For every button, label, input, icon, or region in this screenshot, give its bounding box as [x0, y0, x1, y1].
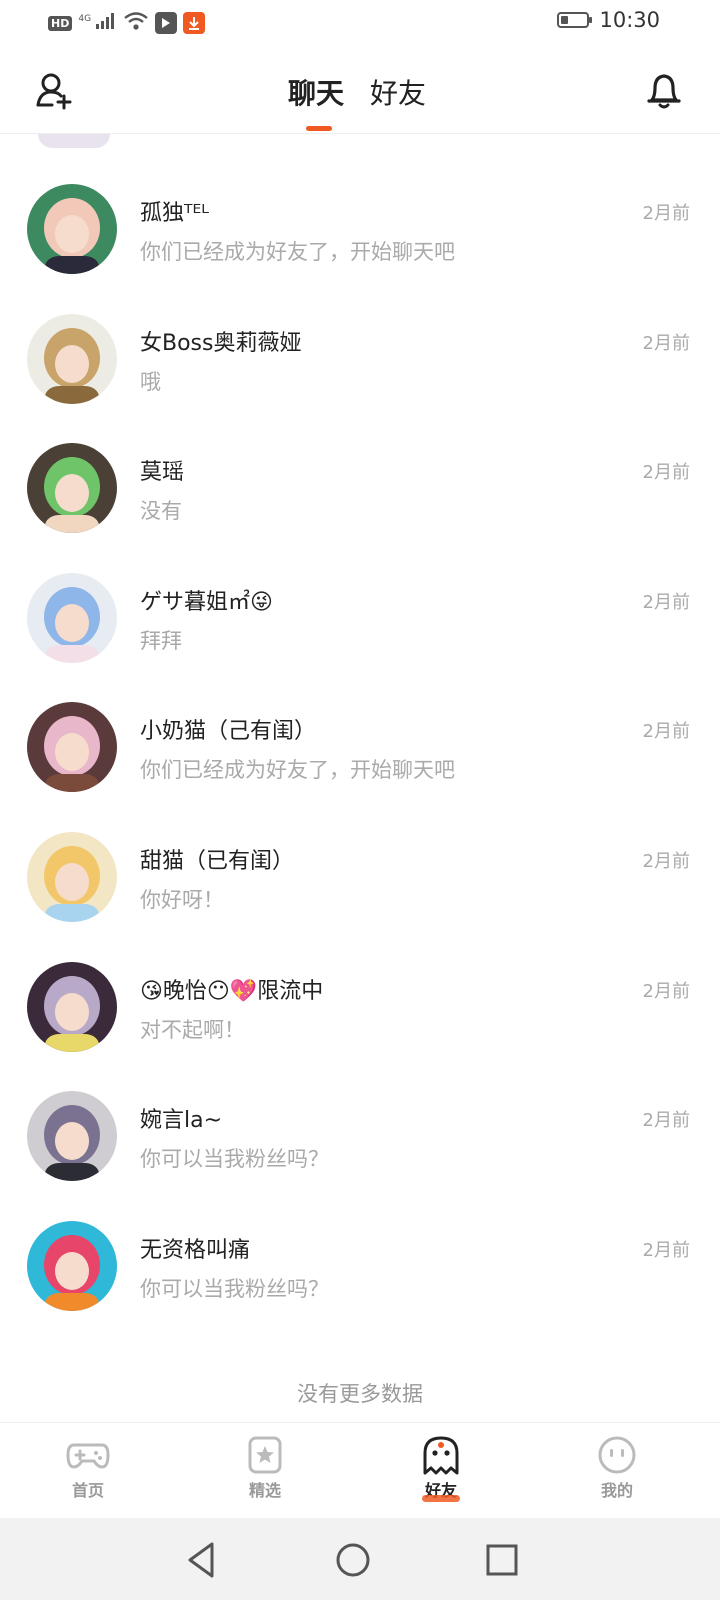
smiley-icon — [598, 1436, 636, 1474]
status-bar: HD 4G 10:30 — [0, 0, 720, 48]
add-friend-button[interactable] — [36, 70, 76, 110]
tab-friends[interactable]: 好友 — [370, 72, 426, 112]
chat-preview: 拜拜 — [140, 628, 182, 653]
chat-time: 2月前 — [642, 721, 690, 743]
chat-preview: 你好呀！ — [140, 887, 224, 912]
chat-preview: 哦 — [140, 369, 161, 394]
signal-icon — [95, 12, 117, 34]
chat-item[interactable]: 莫瑶 没有 2月前 — [0, 413, 720, 543]
avatar[interactable] — [27, 184, 117, 274]
star-badge-icon — [248, 1436, 282, 1474]
recents-button[interactable] — [482, 1540, 522, 1580]
bottom-tab-bar: 首页 精选 好友 我的 — [0, 1422, 720, 1518]
chat-preview: 你们已经成为好友了，开始聊天吧 — [140, 240, 455, 264]
chat-time: 2月前 — [642, 980, 690, 1002]
chat-name: 女Boss奥莉薇娅 — [140, 330, 302, 356]
avatar[interactable] — [27, 702, 117, 793]
chat-preview: 没有 — [140, 499, 182, 524]
no-more-data: 没有更多数据 — [297, 1382, 423, 1406]
avatar[interactable] — [27, 1220, 117, 1311]
notifications-button[interactable] — [646, 70, 682, 110]
top-nav: 聊天 好友 — [0, 48, 720, 134]
avatar[interactable] — [27, 572, 117, 663]
active-bottom-tab-indicator — [422, 1495, 460, 1502]
status-icons-left: HD 4G — [48, 11, 206, 35]
chat-name: 莫瑶 — [140, 460, 185, 486]
chat-name: 甜猫（已有闺） — [140, 848, 295, 874]
chat-time: 2月前 — [642, 203, 690, 224]
bottom-tab-me-label: 我的 — [600, 1481, 633, 1500]
bottom-tab-featured[interactable]: 精选 — [205, 1435, 325, 1501]
bottom-tab-featured-label: 精选 — [248, 1481, 281, 1500]
avatar[interactable] — [27, 831, 117, 922]
download-icon — [183, 12, 206, 34]
chat-time: 2月前 — [642, 591, 690, 613]
hd-indicator: HD — [48, 15, 73, 31]
chat-name: ゲサ暮姐㎡😜 — [140, 589, 273, 615]
app-notification-icon — [155, 12, 178, 34]
bell-icon — [647, 74, 681, 109]
chat-list: 孤独ᵀᴱᴸ 你们已经成为好友了，开始聊天吧 2月前 女Boss奥莉薇娅 哦 2月… — [0, 154, 720, 1320]
chat-time: 2月前 — [642, 1110, 690, 1132]
system-nav-bar — [0, 1518, 720, 1600]
chat-preview: 对不起啊！ — [140, 1017, 245, 1042]
bottom-tab-friends[interactable]: 好友 — [381, 1435, 501, 1502]
chat-item[interactable]: 小奶猫（己有闺） 你们已经成为好友了，开始聊天吧 2月前 — [0, 672, 720, 802]
bottom-tab-home[interactable]: 首页 — [28, 1435, 148, 1501]
chat-preview: 你可以当我粉丝吗？ — [140, 1147, 329, 1172]
chat-item[interactable]: 女Boss奥莉薇娅 哦 2月前 — [0, 284, 720, 414]
avatar[interactable] — [27, 313, 117, 404]
chat-time: 2月前 — [642, 850, 690, 872]
bottom-tab-home-label: 首页 — [71, 1481, 104, 1500]
chat-name: 婉言la~ — [140, 1108, 223, 1134]
status-icons-right: 10:30 — [557, 8, 660, 32]
chat-name: 小奶猫（己有闺） — [140, 719, 317, 745]
partial-avatar — [38, 134, 110, 148]
add-friend-icon — [36, 73, 72, 110]
tab-chat-label: 聊天 — [288, 77, 345, 110]
wifi-icon — [123, 11, 149, 35]
back-icon — [188, 1542, 214, 1578]
gamepad-icon — [66, 1443, 110, 1469]
tab-friends-label: 好友 — [370, 77, 427, 110]
home-icon — [336, 1543, 370, 1577]
chat-name: 😘晚怡😶💖限流中 — [140, 978, 324, 1004]
chat-item[interactable]: 婉言la~ 你可以当我粉丝吗？ 2月前 — [0, 1061, 720, 1191]
ghost-icon — [423, 1436, 459, 1475]
clock: 10:30 — [599, 8, 660, 32]
active-tab-indicator — [306, 126, 332, 131]
battery-icon — [557, 12, 593, 28]
tab-chat[interactable]: 聊天 — [288, 72, 345, 131]
chat-item[interactable]: 甜猫（已有闺） 你好呀！ 2月前 — [0, 802, 720, 932]
chat-preview: 你们已经成为好友了，开始聊天吧 — [140, 758, 455, 783]
back-button[interactable] — [182, 1540, 222, 1580]
network-type: 4G — [78, 14, 92, 24]
chat-name: 无资格叫痛 — [140, 1237, 251, 1263]
avatar[interactable] — [27, 443, 117, 534]
chat-time: 2月前 — [642, 462, 690, 484]
chat-item[interactable]: 孤独ᵀᴱᴸ 你们已经成为好友了，开始聊天吧 2月前 — [0, 154, 720, 284]
avatar[interactable] — [27, 1091, 117, 1182]
chat-time: 2月前 — [642, 1239, 690, 1261]
chat-item[interactable]: 无资格叫痛 你可以当我粉丝吗？ 2月前 — [0, 1191, 720, 1321]
chat-item[interactable]: ゲサ暮姐㎡😜 拜拜 2月前 — [0, 543, 720, 673]
chat-name: 孤独ᵀᴱᴸ — [140, 201, 209, 226]
bottom-tab-me[interactable]: 我的 — [557, 1435, 677, 1501]
chat-preview: 你可以当我粉丝吗？ — [140, 1276, 329, 1301]
recents-icon — [486, 1544, 518, 1576]
chat-tabs: 聊天 好友 — [288, 72, 426, 131]
chat-item[interactable]: 😘晚怡😶💖限流中 对不起啊！ 2月前 — [0, 932, 720, 1062]
home-button[interactable] — [333, 1540, 373, 1580]
avatar[interactable] — [27, 961, 117, 1052]
chat-time: 2月前 — [642, 332, 690, 354]
